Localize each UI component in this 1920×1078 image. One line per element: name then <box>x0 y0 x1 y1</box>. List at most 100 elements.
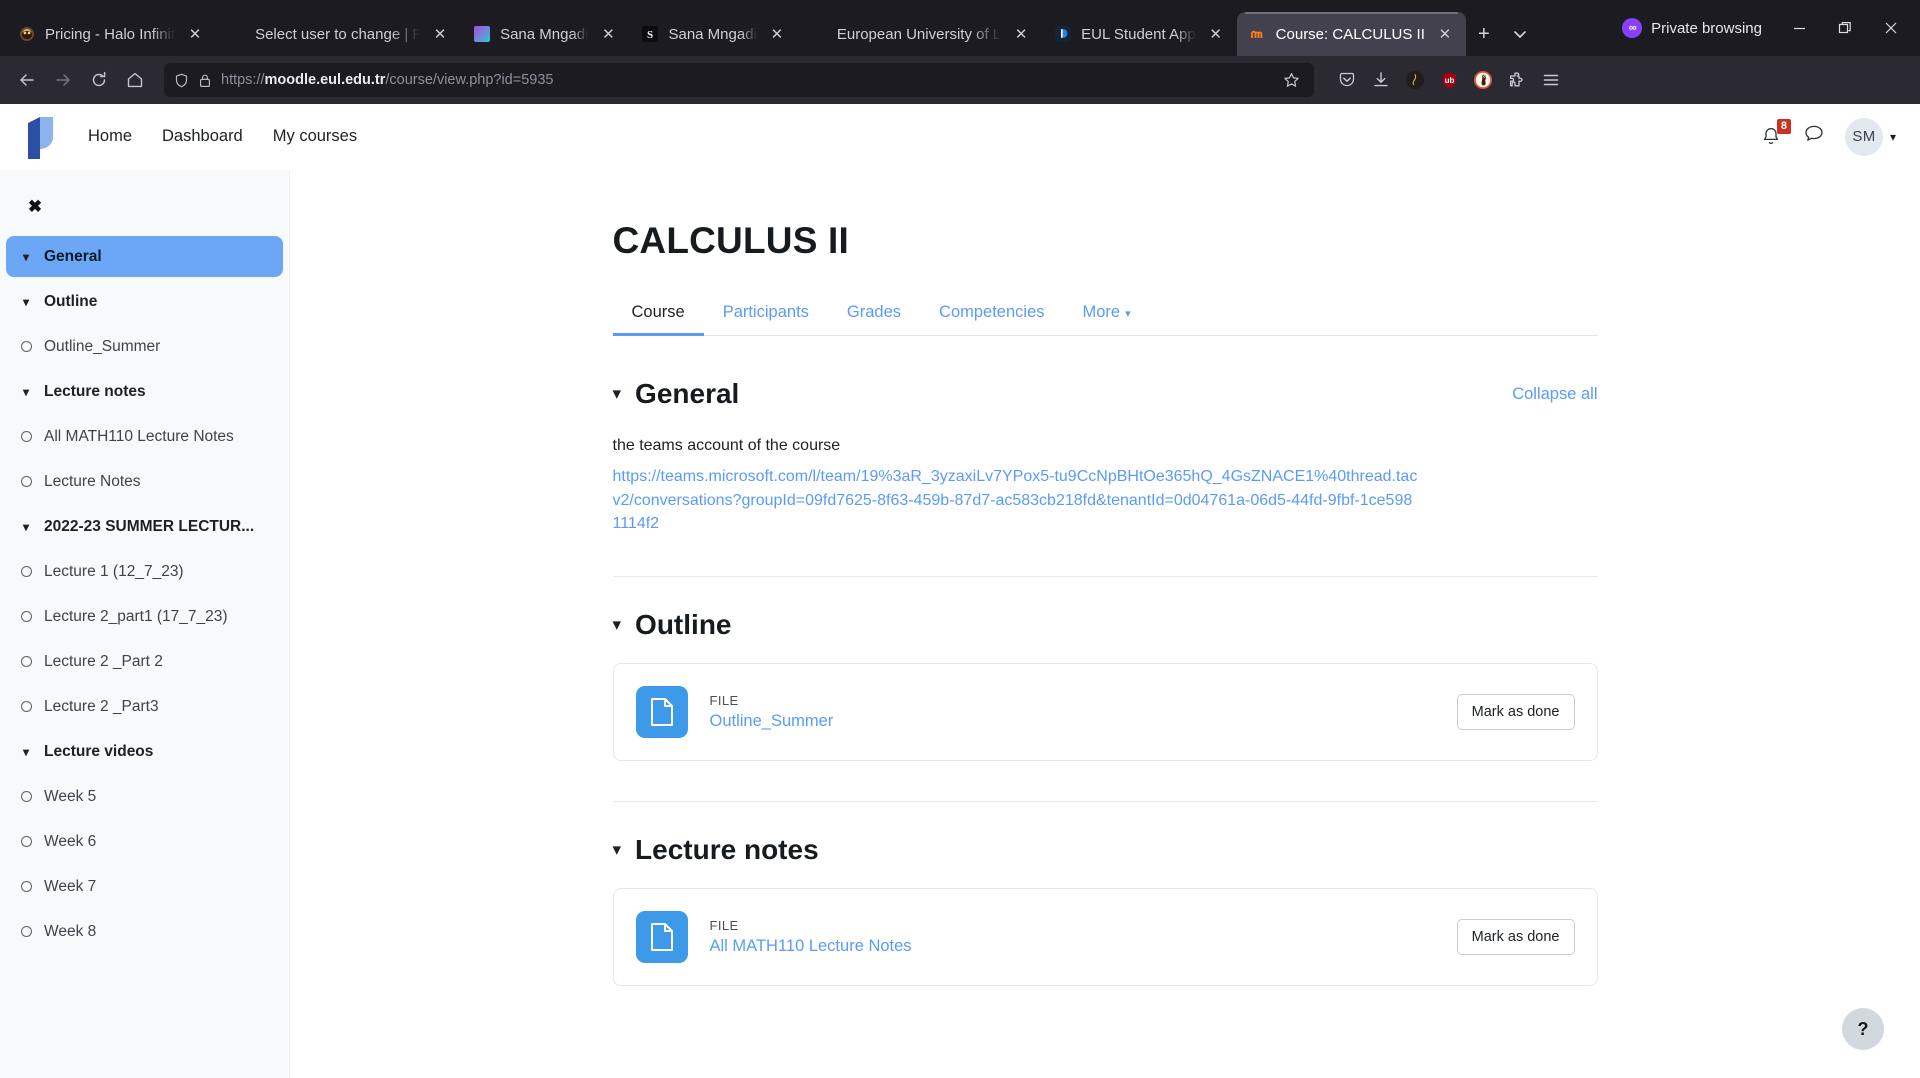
browser-tab-title: Sana Mngadi <box>500 25 589 43</box>
pocket-icon[interactable] <box>1332 65 1362 95</box>
tab-more-label: More <box>1082 303 1121 321</box>
sidebar-item-lecture-2-part1[interactable]: Lecture 2_part1 (17_7_23) <box>6 596 283 637</box>
sidebar-item-week-5[interactable]: Week 5 <box>6 776 283 817</box>
activity-card[interactable]: FILE Outline_Summer Mark as done <box>612 662 1598 761</box>
close-tab-icon[interactable]: ✕ <box>429 23 451 45</box>
url-bar[interactable]: https://moodle.eul.edu.tr/course/view.ph… <box>164 63 1314 97</box>
close-tab-icon[interactable]: ✕ <box>1434 23 1456 45</box>
sidebar-item-lecture-2-part2[interactable]: Lecture 2 _Part 2 <box>6 641 283 682</box>
sidebar-item-lecture-videos[interactable]: ▾ Lecture videos <box>6 731 283 772</box>
reload-icon[interactable] <box>82 63 116 97</box>
browser-tab-active[interactable]: Course: CALCULUS II ✕ <box>1236 12 1466 56</box>
sidebar-item-summer-lectures[interactable]: ▾ 2022-23 SUMMER LECTUR... <box>6 506 283 547</box>
activity-name-link[interactable]: Outline_Summer <box>710 712 834 731</box>
home-icon[interactable] <box>118 63 152 97</box>
tracking-protection-shield-icon[interactable] <box>174 73 189 88</box>
file-icon <box>635 685 688 738</box>
dark-reader-icon[interactable] <box>1400 65 1430 95</box>
sidebar-item-week-8[interactable]: Week 8 <box>6 911 283 952</box>
moodle-icon <box>1249 25 1267 43</box>
new-tab-button[interactable]: + <box>1466 16 1502 52</box>
close-sidebar-button[interactable]: ✖ <box>22 194 48 220</box>
duckduckgo-icon[interactable] <box>1468 65 1498 95</box>
browser-tab[interactable]: S Sana Mngadi ✕ <box>629 12 797 56</box>
sidebar-item-lecture-notes[interactable]: ▾ Lecture notes <box>6 371 283 412</box>
browser-window: Pricing - Halo Infinit ✕ Select user to … <box>0 0 1920 1078</box>
messages-button[interactable] <box>1803 123 1825 150</box>
sidebar-item-label: Lecture videos <box>44 742 154 760</box>
browser-tab-title: EUL Student App <box>1081 25 1196 43</box>
teams-course-link[interactable]: https://teams.microsoft.com/l/team/19%3a… <box>613 465 1418 536</box>
blank-favicon-icon <box>228 25 246 43</box>
collapse-all-link[interactable]: Collapse all <box>1512 385 1597 404</box>
sidebar-item-week-7[interactable]: Week 7 <box>6 866 283 907</box>
sidebar-item-lecture-notes-file[interactable]: Lecture Notes <box>6 461 283 502</box>
back-icon[interactable] <box>10 63 44 97</box>
activity-card[interactable]: FILE All MATH110 Lecture Notes Mark as d… <box>612 887 1598 986</box>
browser-tab[interactable]: Sana Mngadi ✕ <box>461 12 629 56</box>
nav-home[interactable]: Home <box>88 127 132 146</box>
url-text: https://moodle.eul.edu.tr/course/view.ph… <box>221 72 1269 88</box>
tab-competencies[interactable]: Competencies <box>920 290 1063 335</box>
chevron-down-icon[interactable]: ▾ <box>613 615 622 635</box>
sidebar-item-general[interactable]: ▾ General <box>6 236 283 277</box>
minimize-window-button[interactable] <box>1776 0 1822 56</box>
close-window-button[interactable] <box>1868 0 1914 56</box>
circle-bullet-icon <box>21 566 32 577</box>
section-title: Lecture notes <box>635 833 819 865</box>
sidebar-item-label: General <box>44 247 102 265</box>
restore-window-button[interactable] <box>1822 0 1868 56</box>
forward-icon[interactable] <box>46 63 80 97</box>
chevron-down-icon[interactable]: ▾ <box>613 840 622 860</box>
browser-tab[interactable]: European University of L ✕ <box>798 12 1042 56</box>
close-tab-icon[interactable]: ✕ <box>184 23 206 45</box>
circle-bullet-icon <box>21 881 32 892</box>
close-tab-icon[interactable]: ✕ <box>766 23 788 45</box>
help-button[interactable]: ? <box>1842 1008 1884 1050</box>
sidebar-item-week-6[interactable]: Week 6 <box>6 821 283 862</box>
sidebar-item-label: 2022-23 SUMMER LECTUR... <box>44 517 255 535</box>
list-all-tabs-button[interactable] <box>1502 16 1538 52</box>
blank-favicon-icon <box>810 25 828 43</box>
circle-bullet-icon <box>21 656 32 667</box>
sidebar-item-all-math110-lecture-notes[interactable]: All MATH110 Lecture Notes <box>6 416 283 457</box>
nav-dashboard[interactable]: Dashboard <box>162 127 243 146</box>
close-tab-icon[interactable]: ✕ <box>597 23 619 45</box>
sidebar-item-outline-summer[interactable]: Outline_Summer <box>6 326 283 367</box>
nav-my-courses[interactable]: My courses <box>273 127 357 146</box>
halo-icon <box>18 25 36 43</box>
download-icon[interactable] <box>1366 65 1396 95</box>
browser-tab[interactable]: EUL Student App ✕ <box>1042 12 1237 56</box>
sidebar-item-outline[interactable]: ▾ Outline <box>6 281 283 322</box>
titlebar-right-group: ∞ Private browsing <box>1608 0 1914 56</box>
sidebar-item-lecture-1[interactable]: Lecture 1 (12_7_23) <box>6 551 283 592</box>
notifications-button[interactable]: 8 <box>1759 118 1791 150</box>
chevron-down-icon[interactable]: ▾ <box>613 384 622 404</box>
tab-participants[interactable]: Participants <box>704 290 828 335</box>
section-header-outline: ▾ Outline <box>613 609 1598 641</box>
mark-as-done-button[interactable]: Mark as done <box>1456 693 1575 730</box>
lock-icon[interactable] <box>198 73 212 88</box>
header-right-group: 8 SM ▾ <box>1759 117 1896 156</box>
browser-tab[interactable]: Select user to change | P ✕ <box>216 12 461 56</box>
section-header-lecture-notes: ▾ Lecture notes <box>613 834 1598 866</box>
extensions-puzzle-icon[interactable] <box>1502 65 1532 95</box>
sidebar-item-lecture-2-part3[interactable]: Lecture 2 _Part3 <box>6 686 283 727</box>
hamburger-menu-icon[interactable] <box>1536 65 1566 95</box>
sidebar-item-label: Lecture 2_part1 (17_7_23) <box>44 607 228 625</box>
tab-grades[interactable]: Grades <box>828 290 920 335</box>
tab-more[interactable]: More ▾ <box>1064 290 1150 335</box>
browser-tab-title: Sana Mngadi <box>668 25 757 43</box>
moodle-logo[interactable] <box>20 115 62 159</box>
close-tab-icon[interactable]: ✕ <box>1205 23 1227 45</box>
tab-course[interactable]: Course <box>612 290 704 336</box>
browser-tab[interactable]: Pricing - Halo Infinit ✕ <box>6 12 216 56</box>
activity-name-link[interactable]: All MATH110 Lecture Notes <box>710 937 912 956</box>
close-tab-icon[interactable]: ✕ <box>1010 23 1032 45</box>
teams-icon <box>473 25 491 43</box>
moodle-site-header: Home Dashboard My courses 8 SM ▾ <box>0 104 1920 170</box>
ublock-origin-icon[interactable]: ub <box>1434 65 1464 95</box>
mark-as-done-button[interactable]: Mark as done <box>1456 918 1575 955</box>
user-menu[interactable]: SM ▾ <box>1844 117 1896 156</box>
bookmark-star-icon[interactable] <box>1278 67 1304 93</box>
